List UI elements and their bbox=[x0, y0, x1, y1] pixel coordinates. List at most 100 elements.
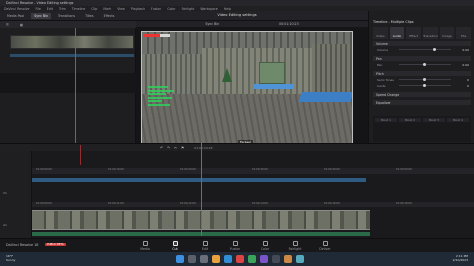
toolbar-transitions-button[interactable]: Transitions bbox=[55, 13, 78, 19]
menu-fusion[interactable]: Fusion bbox=[151, 7, 161, 11]
section-volume[interactable]: Volume bbox=[373, 41, 471, 46]
menu-help[interactable]: Help bbox=[224, 7, 231, 11]
toolbar-media-pool-button[interactable]: Media Pool bbox=[4, 13, 27, 19]
pan-slider[interactable] bbox=[399, 63, 451, 66]
section-pan[interactable]: Pan bbox=[373, 56, 471, 61]
tab-file[interactable]: File bbox=[456, 27, 472, 39]
weather-desc: Sunny bbox=[6, 258, 16, 262]
cents-value[interactable]: 0 bbox=[467, 84, 469, 88]
edit-page-icon bbox=[202, 241, 208, 246]
app-icon-teal[interactable] bbox=[296, 255, 304, 263]
eq-band-4[interactable]: Band 4 bbox=[447, 118, 469, 122]
timeline-ruler-bottom[interactable]: 01:00:09:00 01:00:11:00 01:00:12:00 01:00:1… bbox=[32, 202, 474, 207]
page-media[interactable]: Media bbox=[130, 241, 160, 251]
tab-video[interactable]: Video bbox=[373, 27, 388, 39]
toolbar-effects-button[interactable]: Effects bbox=[101, 13, 118, 19]
list-view-icon[interactable]: ☰ bbox=[3, 22, 12, 28]
flag-icon[interactable]: ⚑ bbox=[181, 146, 184, 150]
page-color[interactable]: Color bbox=[250, 241, 280, 251]
app-name: DaVinci Resolve 18 bbox=[6, 243, 39, 247]
page-label: Cut bbox=[172, 247, 178, 251]
undo-icon[interactable]: ↶ bbox=[160, 146, 163, 150]
pan-label: Pan bbox=[377, 62, 383, 67]
eq-band-3[interactable]: Band 3 bbox=[423, 118, 445, 122]
media-sync-track bbox=[0, 73, 136, 93]
pan-value[interactable]: 0.00 bbox=[462, 63, 469, 67]
start-icon[interactable] bbox=[176, 255, 184, 263]
eq-band-1[interactable]: Band 1 bbox=[375, 118, 397, 122]
search-icon[interactable] bbox=[188, 255, 196, 263]
app-icon-green[interactable] bbox=[248, 255, 256, 263]
menu-davinci-resolve[interactable]: DaVinci Resolve bbox=[4, 7, 29, 11]
page-deliver[interactable]: Deliver bbox=[310, 241, 340, 251]
sync-playhead[interactable] bbox=[75, 28, 76, 143]
volume-slider[interactable] bbox=[399, 48, 451, 51]
volume-label: Volume bbox=[377, 47, 389, 52]
ruler-tick-label: 01:00:18:00 bbox=[396, 202, 412, 205]
eq-bands: Band 1 Band 2 Band 3 Band 4 bbox=[375, 118, 469, 122]
ruler-tick-label: 01:00:20:00 bbox=[180, 168, 196, 171]
menu-clip[interactable]: Clip bbox=[91, 7, 97, 11]
menu-view[interactable]: View bbox=[117, 7, 125, 11]
media-pool-header: ☰ ▦ bbox=[0, 21, 136, 28]
toolbar-titles-button[interactable]: Titles bbox=[82, 13, 97, 19]
overview-playhead[interactable] bbox=[80, 145, 81, 165]
resolve-taskbar-icon[interactable] bbox=[272, 255, 280, 263]
app-icon-red[interactable] bbox=[236, 255, 244, 263]
toolbar-sync-bin-button[interactable]: Sync Bin bbox=[31, 12, 51, 19]
redo-icon[interactable]: ↷ bbox=[167, 146, 170, 150]
page-cut[interactable]: Cut bbox=[160, 241, 190, 251]
timeline-ruler-top[interactable]: 01:00:00:00 01:00:10:00 01:00:20:00 01:00:3… bbox=[32, 168, 474, 174]
app-icon-orange[interactable] bbox=[284, 255, 292, 263]
volume-value[interactable]: 0.00 bbox=[462, 48, 469, 52]
taskbar-clock[interactable]: 2:11 PM 2/10/2023 bbox=[453, 254, 468, 262]
health-bar bbox=[144, 34, 170, 37]
cents-slider[interactable] bbox=[399, 84, 451, 87]
menu-trim[interactable]: Trim bbox=[59, 7, 66, 11]
deliver-page-icon bbox=[322, 241, 328, 246]
semitones-slider[interactable] bbox=[399, 78, 451, 81]
cents-label: Cents bbox=[377, 83, 386, 88]
menu-edit[interactable]: Edit bbox=[47, 7, 53, 11]
media-clip-thumbnail[interactable] bbox=[10, 35, 134, 49]
tab-transition[interactable]: Transition bbox=[423, 27, 438, 39]
menu-fairlight[interactable]: Fairlight bbox=[182, 7, 195, 11]
semitones-value[interactable]: 0 bbox=[467, 78, 469, 82]
tab-image[interactable]: Image bbox=[439, 27, 455, 39]
media-clip-audio[interactable] bbox=[10, 54, 134, 57]
menu-timeline[interactable]: Timeline bbox=[72, 7, 86, 11]
fusion-page-icon bbox=[232, 241, 238, 246]
timeline-panel: ↶ ↷ ✂ ⚑ 01:00:13:23 V1 A1 01:00:00:00 01:… bbox=[0, 143, 474, 239]
section-pitch[interactable]: Pitch bbox=[373, 71, 471, 76]
menu-mark[interactable]: Mark bbox=[103, 7, 111, 11]
menu-file[interactable]: File bbox=[35, 7, 40, 11]
menu-color[interactable]: Color bbox=[167, 7, 175, 11]
edge-icon[interactable] bbox=[224, 255, 232, 263]
video-frame[interactable]: Ferasal bbox=[141, 31, 353, 149]
weather-widget[interactable]: 16°F Sunny bbox=[6, 254, 15, 262]
file-explorer-icon[interactable] bbox=[212, 255, 220, 263]
page-fairlight[interactable]: Fairlight bbox=[280, 241, 310, 251]
semitones-row: Semi Tones 0 bbox=[377, 77, 471, 82]
blade-icon[interactable]: ✂ bbox=[174, 146, 177, 150]
ruler-tick-label: 01:00:11:00 bbox=[108, 202, 124, 205]
timeline-playhead[interactable] bbox=[201, 136, 202, 236]
ruler-tick-label: 01:00:50:00 bbox=[396, 168, 412, 171]
tab-effect[interactable]: Effect bbox=[406, 27, 422, 39]
overview-track[interactable] bbox=[32, 178, 366, 182]
page-fusion[interactable]: Fusion bbox=[220, 241, 250, 251]
menu-workspace[interactable]: Workspace bbox=[200, 7, 217, 11]
track-headers: V1 A1 bbox=[0, 151, 32, 239]
section-eq[interactable]: Equalizer bbox=[373, 100, 471, 105]
task-view-icon[interactable] bbox=[200, 255, 208, 263]
fairlight-page-icon bbox=[292, 241, 298, 246]
menu-playback[interactable]: Playback bbox=[131, 7, 145, 11]
page-edit[interactable]: Edit bbox=[190, 241, 220, 251]
app-icon-purple[interactable] bbox=[260, 255, 268, 263]
eq-graph[interactable]: Band 1 Band 2 Band 3 Band 4 bbox=[373, 116, 471, 142]
section-speed[interactable]: Speed Change bbox=[373, 92, 471, 97]
eq-band-2[interactable]: Band 2 bbox=[399, 118, 421, 122]
grid-view-icon[interactable]: ▦ bbox=[17, 22, 26, 28]
tab-audio[interactable]: Audio bbox=[389, 27, 405, 39]
track-label-video: V1 bbox=[3, 191, 7, 195]
